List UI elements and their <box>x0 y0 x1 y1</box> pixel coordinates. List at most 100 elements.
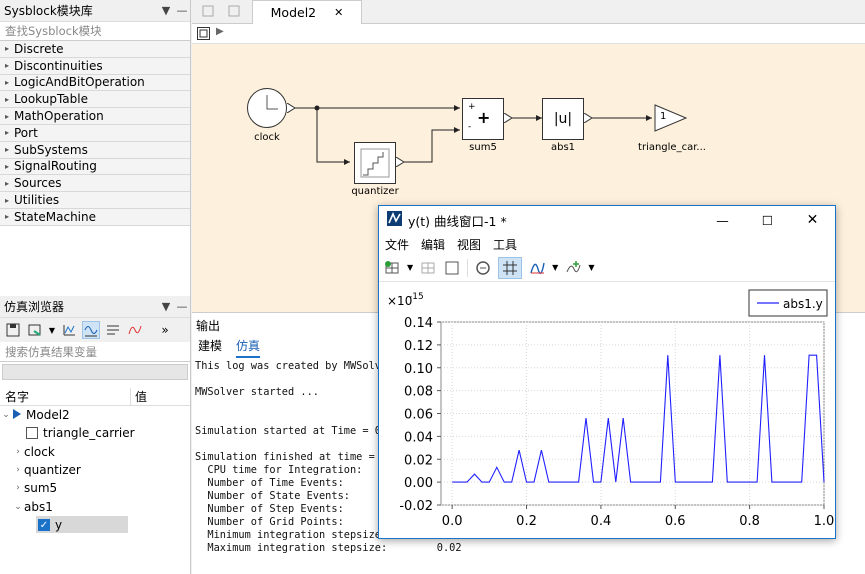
checkbox[interactable] <box>26 427 38 440</box>
chevron-down-icon[interactable]: ▼ <box>588 263 594 272</box>
chevron-down-icon[interactable]: ▼ <box>552 263 558 272</box>
menu-edit[interactable]: 编辑 <box>421 236 445 253</box>
chevron-down-icon[interactable]: ▼ <box>48 321 56 339</box>
tree-label: sum5 <box>24 481 58 496</box>
library-item[interactable]: ▸ Discrete <box>0 41 190 58</box>
plot-wave-icon[interactable] <box>126 321 144 339</box>
port-icon <box>504 113 513 123</box>
minimize-icon[interactable]: — <box>700 213 745 228</box>
zoom-fit-icon[interactable] <box>474 259 492 277</box>
library-item[interactable]: ▸ LogicAndBitOperation <box>0 74 190 92</box>
tree-row-triangle-carrier[interactable]: triangle_carrier <box>0 424 190 442</box>
filter-field[interactable] <box>2 364 188 380</box>
curve-style-icon[interactable] <box>528 259 546 277</box>
library-item[interactable]: ▸ StateMachine <box>0 208 190 226</box>
model-icon <box>12 408 22 423</box>
tab-simulation[interactable]: 仿真 <box>236 337 261 358</box>
plot-window-titlebar[interactable]: y(t) 曲线窗口-1 * — ☐ ✕ <box>379 206 835 234</box>
chevron-right-icon[interactable]: › <box>12 447 24 457</box>
plot-window[interactable]: y(t) 曲线窗口-1 * — ☐ ✕ 文件 编辑 视图 工具 ▼ ▼ ▼ -0… <box>378 205 836 539</box>
x-tick-label: 0.8 <box>739 514 760 529</box>
port-icon <box>584 113 593 123</box>
model-root-icon[interactable] <box>197 27 210 43</box>
y-tick-label: -0.02 <box>399 499 433 514</box>
sim-browser-panel: 仿真浏览器 ▼ — ▼ » 搜索仿真结果变量 名字 值 ⌄ Model2 tri… <box>0 296 191 574</box>
library-title: Sysblock模块库 <box>4 4 93 18</box>
col-value: 值 <box>130 388 147 405</box>
library-item[interactable]: ▸ SignalRouting <box>0 158 190 176</box>
plot-list-icon[interactable] <box>104 321 122 339</box>
close-icon[interactable]: ✕ <box>790 212 835 228</box>
grid-icon[interactable] <box>498 256 523 279</box>
library-item[interactable]: ▸ Sources <box>0 175 190 193</box>
tree-row-clock[interactable]: › clock <box>0 443 190 461</box>
chevron-down-icon[interactable]: ⌄ <box>0 410 12 420</box>
plot-curve-icon[interactable] <box>60 321 78 339</box>
minimize-icon[interactable]: — <box>174 4 190 17</box>
clock-label: clock <box>254 132 280 143</box>
close-icon[interactable]: ✕ <box>334 6 343 19</box>
quantizer-label: quantizer <box>351 186 399 197</box>
sim-search-input[interactable]: 搜索仿真结果变量 <box>0 342 190 362</box>
tree-label: abs1 <box>24 499 53 514</box>
x-tick-label: 0.4 <box>591 514 612 529</box>
frame-icon[interactable] <box>443 259 461 277</box>
output-tabs: 建模 仿真 <box>198 337 261 358</box>
library-item[interactable]: ▸ Discontinuities <box>0 57 190 75</box>
library-list: ▸ Discrete ▸ Discontinuities ▸ LogicAndBitOpe… <box>0 41 190 226</box>
plot-area[interactable]: -0.02 0.00 0.02 0.04 0.06 0.08 0.10 0.12 0.14 0.0… <box>379 282 835 532</box>
menu-file[interactable]: 文件 <box>385 236 409 253</box>
plot-sine-icon[interactable] <box>82 321 100 339</box>
library-search-input[interactable]: 查找Sysblock模块 <box>0 22 190 41</box>
tree-row-sum5[interactable]: › sum5 <box>0 479 190 497</box>
library-item-label: StateMachine <box>14 209 96 224</box>
tree-row-y[interactable]: ✓ y <box>0 516 190 534</box>
library-item[interactable]: ▸ MathOperation <box>0 108 190 125</box>
sim-browser-title: 仿真浏览器 <box>4 300 65 314</box>
plot-toolbar: ▼ ▼ ▼ <box>379 254 835 282</box>
chevron-right-icon: ▸ <box>4 195 9 205</box>
save-icon[interactable] <box>4 321 22 339</box>
clock-block[interactable] <box>247 88 287 128</box>
app-logo-icon <box>387 211 402 229</box>
minimize-icon[interactable]: — <box>174 300 190 313</box>
outport-label: triangle_car... <box>638 142 706 153</box>
menu-view[interactable]: 视图 <box>457 236 481 253</box>
dropdown-icon[interactable]: ▼ <box>158 300 174 313</box>
abs-block[interactable]: |u| <box>542 98 584 140</box>
log-line: Maximum integration stepsize: 0.02 <box>195 542 462 554</box>
curve-add-icon[interactable] <box>564 259 582 277</box>
quantizer-block[interactable] <box>354 142 396 184</box>
library-item[interactable]: ▸ Utilities <box>0 192 190 209</box>
maximize-icon[interactable]: ☐ <box>745 213 790 228</box>
more-icon[interactable]: » <box>156 321 174 339</box>
sum-label: sum5 <box>469 142 497 153</box>
dropdown-icon[interactable]: ▼ <box>158 4 174 17</box>
checkbox-checked[interactable]: ✓ <box>38 518 50 531</box>
chevron-right-icon[interactable]: › <box>12 465 24 475</box>
tree-row-abs1[interactable]: ⌄ abs1 <box>0 497 190 515</box>
tree-row-model[interactable]: ⌄ Model2 <box>0 406 190 424</box>
tab-model2[interactable]: Model2 ✕ <box>252 0 362 24</box>
open-result-icon[interactable] <box>26 321 44 339</box>
x-tick-label: 1.0 <box>814 514 835 529</box>
chevron-right-icon: ▸ <box>4 111 9 121</box>
library-item[interactable]: ▸ Port <box>0 124 190 142</box>
remove-row-icon[interactable] <box>419 259 437 277</box>
chevron-down-icon[interactable]: ⌄ <box>12 502 24 512</box>
library-item[interactable]: ▸ LookupTable <box>0 91 190 109</box>
tab-modeling[interactable]: 建模 <box>198 337 222 358</box>
library-item[interactable]: ▸ SubSystems <box>0 141 190 159</box>
window-icon[interactable] <box>202 5 214 20</box>
chevron-right-icon: ▸ <box>4 61 9 71</box>
sum-block[interactable]: + - + <box>462 98 504 140</box>
library-panel: Sysblock模块库 ▼ — 查找Sysblock模块 ▸ Discrete ▸ D… <box>0 0 191 296</box>
window-icon[interactable] <box>228 5 240 20</box>
menu-tools[interactable]: 工具 <box>493 236 517 253</box>
tree-row-quantizer[interactable]: › quantizer <box>0 461 190 479</box>
plot-menubar: 文件 编辑 视图 工具 <box>379 234 835 254</box>
y-tick-label: 0.06 <box>404 408 433 423</box>
chevron-down-icon[interactable]: ▼ <box>407 263 413 272</box>
add-row-icon[interactable] <box>383 259 401 277</box>
chevron-right-icon[interactable]: › <box>12 483 24 493</box>
